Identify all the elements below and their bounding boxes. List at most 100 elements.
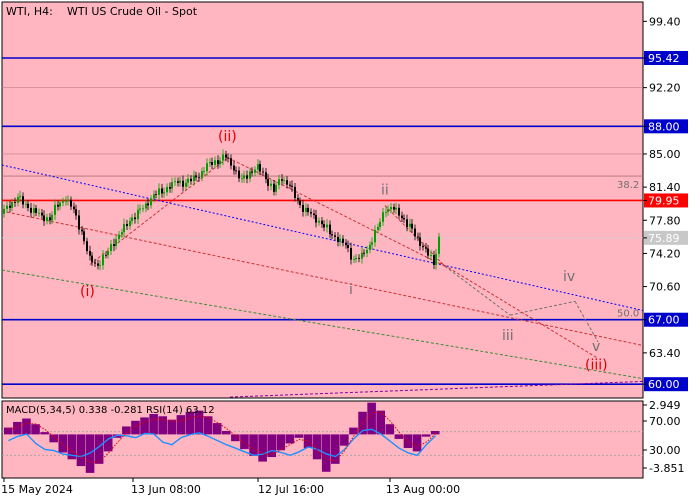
candle-body <box>17 197 19 203</box>
candle-body <box>206 163 208 172</box>
candle-body <box>161 188 163 194</box>
candle-body <box>65 201 67 202</box>
candle-body <box>270 183 272 186</box>
macd-bar <box>258 434 267 462</box>
candle-body <box>235 170 237 172</box>
candle-body <box>110 244 112 252</box>
candle-body <box>129 221 131 227</box>
candle-body <box>323 224 325 228</box>
candle-body <box>227 157 229 159</box>
candle-body <box>54 204 56 215</box>
indicator-axis: 2.949 70.00 30.00 -3.851 <box>643 399 684 475</box>
candle-body <box>11 202 13 208</box>
candle-body <box>422 245 424 248</box>
level-tag-text: 67.00 <box>648 314 680 327</box>
candle-body <box>283 180 285 181</box>
macd-bar <box>40 432 49 435</box>
macd-bar <box>167 419 177 435</box>
time-tick-label: 15 May 2024 <box>1 483 73 496</box>
candle-body <box>246 175 248 179</box>
macd-bar <box>267 434 276 458</box>
candle-body <box>78 215 80 230</box>
price-tick-label: 85.00 <box>649 148 681 161</box>
candle-body <box>46 217 48 222</box>
time-tick-label: 13 Aug 00:00 <box>386 483 460 496</box>
candle-body <box>230 158 232 166</box>
candle-body <box>6 205 8 209</box>
candle-body <box>307 207 309 213</box>
wave-label: ii <box>381 182 389 198</box>
candle-body <box>169 186 171 189</box>
candle-body <box>225 154 227 158</box>
candle-body <box>286 180 288 185</box>
candle-body <box>139 208 141 210</box>
candle-body <box>390 207 392 210</box>
candle-body <box>163 192 165 194</box>
candle-body <box>257 164 259 170</box>
candle-body <box>419 237 421 246</box>
candle-body <box>382 212 384 222</box>
fib-label: 50.0 <box>617 308 639 319</box>
candle-body <box>401 215 403 219</box>
candle-body <box>278 179 280 186</box>
candle-body <box>409 223 411 227</box>
candle-body <box>89 251 91 256</box>
candle-body <box>27 203 29 208</box>
candle-body <box>209 162 211 164</box>
candle-body <box>435 253 437 265</box>
candle-body <box>203 171 205 172</box>
candle-body <box>289 184 291 186</box>
candle-body <box>366 249 368 254</box>
candle-body <box>14 202 16 203</box>
candle-body <box>174 181 176 183</box>
candle-body <box>49 217 51 221</box>
level-tag-text: 79.95 <box>648 194 680 207</box>
candle-body <box>353 259 355 261</box>
candle-body <box>379 221 381 228</box>
wave-label: (ii) <box>218 129 237 145</box>
candle-body <box>329 224 331 235</box>
macd-bar <box>312 434 322 460</box>
candle-body <box>294 186 296 198</box>
macd-bar <box>58 434 68 453</box>
candle-body <box>182 180 184 187</box>
candle-body <box>302 204 304 212</box>
candle-body <box>339 238 341 242</box>
wave-label: (i) <box>80 284 95 300</box>
wave-label: (iii) <box>585 357 608 373</box>
macd-bar <box>49 434 58 443</box>
macd-bar <box>222 430 231 435</box>
macd-bar <box>240 434 249 450</box>
candle-body <box>377 227 379 230</box>
candle-body <box>310 212 312 214</box>
candle-body <box>321 220 323 225</box>
candle-body <box>395 207 397 210</box>
macd-bar <box>421 434 431 437</box>
macd-bar <box>131 420 140 435</box>
candle-body <box>70 199 72 207</box>
candle-body <box>374 229 376 243</box>
price-tick-label: 74.20 <box>649 247 681 260</box>
candle-body <box>411 223 413 229</box>
level-tag-text: 95.42 <box>648 52 680 65</box>
candle-body <box>262 171 264 173</box>
candle-body <box>187 178 189 183</box>
candle-body <box>150 198 152 206</box>
candle-body <box>430 255 432 256</box>
wave-label: iv <box>563 269 575 285</box>
candle-body <box>107 251 109 256</box>
candle-body <box>273 183 275 192</box>
candle-body <box>30 207 32 213</box>
candle-body <box>3 208 5 214</box>
candle-body <box>51 214 53 221</box>
candle-body <box>193 175 195 182</box>
candle-body <box>102 254 104 266</box>
macd-bar <box>385 424 395 435</box>
candle-body <box>334 235 336 237</box>
chart-window: 38.2 50.0 95.42 88.00 79.95 67.00 60.00 75.89 … <box>0 0 700 500</box>
candle-body <box>118 234 120 240</box>
candle-body <box>86 241 88 252</box>
candle-body <box>62 201 64 203</box>
candle-body <box>137 209 139 220</box>
candle-body <box>115 239 117 247</box>
